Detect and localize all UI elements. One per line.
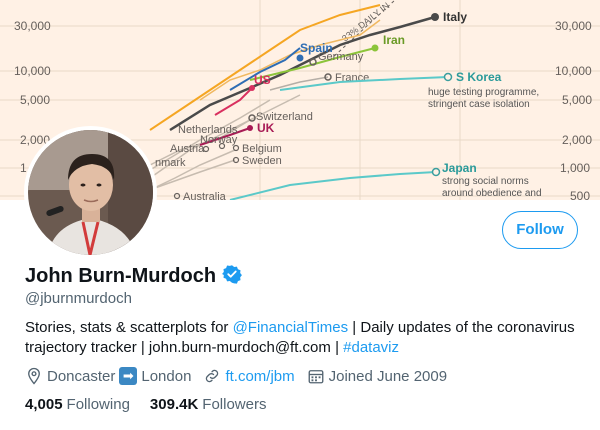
followers-link[interactable]: 309.4K Followers xyxy=(150,396,267,413)
y-tick-left: 5,000 xyxy=(20,93,50,107)
japan-annotation: around obedience and xyxy=(442,188,542,199)
y-tick-right: 500 xyxy=(570,189,590,200)
location-pin-icon xyxy=(28,367,40,385)
website[interactable]: ft.com/jbm xyxy=(203,367,295,385)
profile-handle: @jburnmurdoch xyxy=(25,290,132,307)
bio-mention-link[interactable]: @FinancialTimes xyxy=(233,319,349,336)
followers-count: 309.4K xyxy=(149,396,199,413)
y-tick-right: 2,000 xyxy=(562,133,592,147)
japan-annotation: strong social norms xyxy=(442,176,529,187)
y-tick-right: 10,000 xyxy=(555,64,592,78)
sweden-label: Sweden xyxy=(242,155,282,167)
profile-meta: Doncaster ➡ London ft.com/jbm Joined Jun… xyxy=(25,367,459,385)
skorea-annotation: huge testing programme, xyxy=(428,87,539,98)
germany-label: Germany xyxy=(318,51,364,63)
avatar[interactable] xyxy=(24,126,157,259)
verified-badge-icon xyxy=(222,264,243,289)
follow-button[interactable]: Follow xyxy=(502,211,578,249)
profile-stats: 4,005 Following 309.4K Followers xyxy=(25,396,286,413)
skorea-label: S Korea xyxy=(456,70,502,84)
norway-label: Norway xyxy=(200,134,238,146)
australia-label: Australia xyxy=(183,191,227,200)
us-label: US xyxy=(254,73,271,87)
italy-point xyxy=(431,13,439,21)
followers-label: Followers xyxy=(202,396,267,413)
y-tick-right: 5,000 xyxy=(562,93,592,107)
joined-text: Joined June 2009 xyxy=(328,367,448,385)
location-from: Doncaster xyxy=(47,367,116,385)
belgium-label: Belgium xyxy=(242,143,282,155)
avatar-photo xyxy=(28,130,153,255)
y-tick-left: 10,000 xyxy=(14,64,51,78)
skorea-annotation: stringent case isolation xyxy=(428,99,530,110)
japan-label: Japan xyxy=(442,161,477,175)
calendar-icon xyxy=(308,370,324,384)
denmark-label: nmark xyxy=(155,157,186,169)
y-tick-left: 30,000 xyxy=(14,19,51,33)
austria-label: Austria xyxy=(170,143,205,155)
right-arrow-icon: ➡ xyxy=(119,367,138,385)
bio-text: Stories, stats & scatterplots for xyxy=(25,319,233,336)
y-tick-right: 1,000 xyxy=(560,161,590,175)
location-to: London xyxy=(141,367,192,385)
location: Doncaster ➡ London xyxy=(25,367,191,385)
y-tick-right: 30,000 xyxy=(555,19,592,33)
uk-label: UK xyxy=(257,121,275,135)
bio-hashtag-link[interactable]: #dataviz xyxy=(343,339,399,356)
following-label: Following xyxy=(66,396,130,413)
iran-label: Iran xyxy=(383,33,405,47)
following-link[interactable]: 4,005 Following xyxy=(25,396,130,413)
profile-bio: Stories, stats & scatterplots for @Finan… xyxy=(25,318,585,358)
following-count: 4,005 xyxy=(25,396,63,413)
website-link[interactable]: ft.com/jbm xyxy=(225,368,294,385)
italy-label: Italy xyxy=(443,10,467,24)
profile-name-row: John Burn-Murdoch xyxy=(25,264,243,289)
link-icon xyxy=(206,369,219,383)
profile-name: John Burn-Murdoch xyxy=(25,265,217,287)
join-date: Joined June 2009 xyxy=(307,367,447,385)
